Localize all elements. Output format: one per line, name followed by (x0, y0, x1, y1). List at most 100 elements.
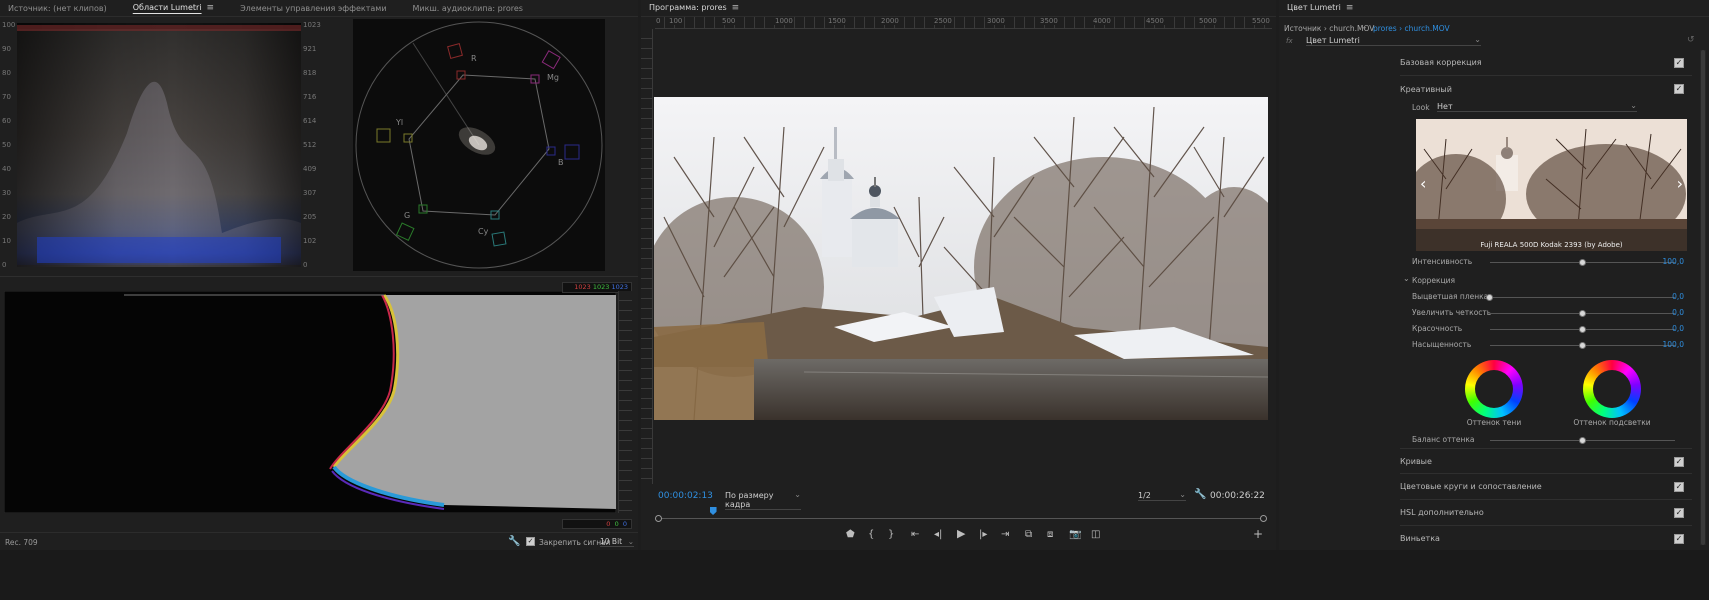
slider-value[interactable]: 0,0 (1672, 292, 1684, 301)
go-to-out-icon[interactable]: ⇥ (1001, 530, 1009, 540)
playback-resolution-dropdown[interactable]: 1/2 ⌄ (1138, 490, 1186, 501)
lumetri-scrollbar-thumb[interactable] (1701, 50, 1705, 545)
waveform-right-tick: 1023 (303, 21, 321, 29)
waveform-scope: 100 90 80 70 60 50 40 30 20 10 0 1023 921 818 716 614 5… (0, 17, 340, 272)
step-back-icon[interactable]: ◂| (934, 530, 942, 540)
panel-menu-icon[interactable]: ≡ (732, 3, 740, 13)
current-timecode[interactable]: 00:00:02:13 (658, 491, 713, 501)
look-preview-caption: Fuji REALA 500D Kodak 2393 (by Adobe) (1480, 241, 1623, 249)
slider-thumb[interactable] (1578, 310, 1586, 317)
look-dropdown[interactable]: Нет ⌄ (1437, 101, 1637, 112)
section-curves[interactable]: Кривые ✓ (1400, 448, 1692, 474)
tint-balance-thumb[interactable] (1578, 437, 1586, 444)
effect-instance-dropdown[interactable]: Цвет Lumetri ⌄ (1306, 35, 1481, 46)
effect-instance-value: Цвет Lumetri (1306, 36, 1360, 45)
waveform-graph (17, 23, 301, 267)
tint-balance-slider[interactable]: Баланс оттенка (1412, 433, 1692, 447)
creative-checkbox[interactable]: ✓ (1674, 84, 1684, 94)
look-preview-thumbnail[interactable]: Fuji REALA 500D Kodak 2393 (by Adobe) ‹ … (1416, 119, 1687, 251)
lumetri-scrollbar[interactable] (1700, 50, 1706, 545)
vignette-checkbox[interactable]: ✓ (1674, 534, 1684, 544)
tab-effect-controls[interactable]: Элементы управления эффектами (240, 4, 386, 13)
color-space-label[interactable]: Rec. 709 (5, 538, 38, 547)
waveform-right-tick: 921 (303, 45, 317, 53)
histogram-r-max: 1023 (574, 283, 591, 291)
intensity-thumb[interactable] (1578, 259, 1586, 266)
sequence-clip-label[interactable]: prores › church.MOV (1373, 24, 1450, 33)
histogram-b-max: 1023 (611, 283, 628, 291)
waveform-right-tick: 614 (303, 117, 317, 125)
mark-in-icon[interactable]: { (868, 530, 874, 540)
shadow-tint-wheel[interactable] (1462, 360, 1526, 418)
play-icon[interactable]: ▶ (957, 528, 965, 539)
slider-value[interactable]: 100,0 (1663, 340, 1684, 349)
look-value: Нет (1437, 102, 1453, 111)
correction-slider[interactable]: Красочность 0,0 (1412, 322, 1692, 336)
tab-lumetri-scopes[interactable]: Области Lumetri ≡ (133, 3, 214, 13)
chevron-down-icon[interactable]: ⌄ (1403, 274, 1410, 283)
highlight-tint-wheel[interactable] (1580, 360, 1644, 418)
highlight-tint-wheel-ring[interactable] (1583, 360, 1641, 418)
tab-audio-clip-mixer[interactable]: Микш. аудиоклипа: prores (413, 4, 523, 13)
tab-program[interactable]: Программа: prores ≡ (649, 3, 739, 13)
reset-icon[interactable]: ↺ (1687, 35, 1695, 45)
out-point-handle[interactable] (1260, 515, 1267, 522)
intensity-label: Интенсивность (1412, 257, 1473, 266)
wrench-icon[interactable]: 🔧 (1194, 489, 1206, 500)
section-vignette[interactable]: Виньетка ✓ (1400, 526, 1692, 552)
intensity-slider[interactable]: Интенсивность 100,0 (1412, 255, 1692, 269)
slider-thumb[interactable] (1578, 326, 1586, 333)
section-basic-correction[interactable]: Базовая коррекция ✓ (1400, 50, 1692, 76)
shadow-tint-wheel-ring[interactable] (1465, 360, 1523, 418)
waveform-right-tick: 0 (303, 261, 308, 269)
add-button-icon[interactable]: + (1253, 528, 1263, 540)
section-creative[interactable]: Креативный ✓ (1400, 76, 1692, 102)
waveform-left-tick: 20 (2, 213, 11, 221)
next-look-icon[interactable]: › (1677, 174, 1683, 193)
waveform-left-tick: 40 (2, 165, 11, 173)
correction-slider[interactable]: Насыщенность 100,0 (1412, 338, 1692, 352)
clamp-signal-checkbox[interactable]: ✓ (526, 537, 535, 546)
export-frame-icon[interactable]: 📷 (1069, 530, 1081, 540)
section-hsl[interactable]: HSL дополнительно ✓ (1400, 500, 1692, 526)
add-marker-icon[interactable]: ⬟ (846, 530, 855, 540)
hsl-checkbox[interactable]: ✓ (1674, 508, 1684, 518)
waveform-left-tick: 50 (2, 141, 11, 149)
slider-thumb[interactable] (1486, 294, 1493, 301)
section-color-wheels[interactable]: Цветовые круги и сопоставление ✓ (1400, 474, 1692, 500)
look-label: Look (1412, 103, 1430, 112)
previous-look-icon[interactable]: ‹ (1420, 174, 1426, 193)
histogram-right-ticks (618, 291, 632, 513)
curves-checkbox[interactable]: ✓ (1674, 457, 1684, 467)
tab-source[interactable]: Источник: (нет клипов) (8, 4, 107, 13)
slider-value[interactable]: 0,0 (1672, 324, 1684, 333)
waveform-right-tick: 716 (303, 93, 317, 101)
tab-lumetri-color[interactable]: Цвет Lumetri ≡ (1287, 3, 1353, 13)
wrench-icon[interactable]: 🔧 (508, 536, 520, 547)
slider-thumb[interactable] (1578, 342, 1586, 349)
color-wheels-checkbox[interactable]: ✓ (1674, 482, 1684, 492)
in-point-handle[interactable] (655, 515, 662, 522)
lift-icon[interactable]: ⧉ (1025, 530, 1032, 540)
slider-value[interactable]: 0,0 (1672, 308, 1684, 317)
comparison-view-icon[interactable]: ◫ (1091, 530, 1100, 540)
playback-time-ruler[interactable] (655, 507, 1267, 523)
step-forward-icon[interactable]: |▸ (979, 530, 987, 540)
intensity-value[interactable]: 100,0 (1663, 257, 1684, 266)
panel-menu-icon[interactable]: ≡ (1346, 3, 1354, 13)
playhead[interactable] (709, 507, 717, 515)
waveform-right-tick: 307 (303, 189, 317, 197)
correction-slider[interactable]: Увеличить четкость 0,0 (1412, 306, 1692, 320)
correction-slider[interactable]: Выцветшая пленка 0,0 (1412, 290, 1692, 304)
program-video-frame[interactable] (654, 97, 1268, 420)
panel-menu-icon[interactable]: ≡ (207, 3, 215, 13)
bit-depth-dropdown[interactable]: 10 Bit ⌄ (600, 537, 634, 547)
ruler-tick-label: 5000 (1198, 17, 1218, 25)
basic-correction-checkbox[interactable]: ✓ (1674, 58, 1684, 68)
correction-subsection-label[interactable]: Коррекция (1412, 276, 1455, 285)
go-to-in-icon[interactable]: ⇤ (911, 530, 919, 540)
chevron-down-icon[interactable]: ⌄ (1361, 22, 1368, 31)
ruler-tick-label: 100 (668, 17, 684, 25)
mark-out-icon[interactable]: } (888, 530, 894, 540)
extract-icon[interactable]: ⧈ (1047, 530, 1053, 540)
